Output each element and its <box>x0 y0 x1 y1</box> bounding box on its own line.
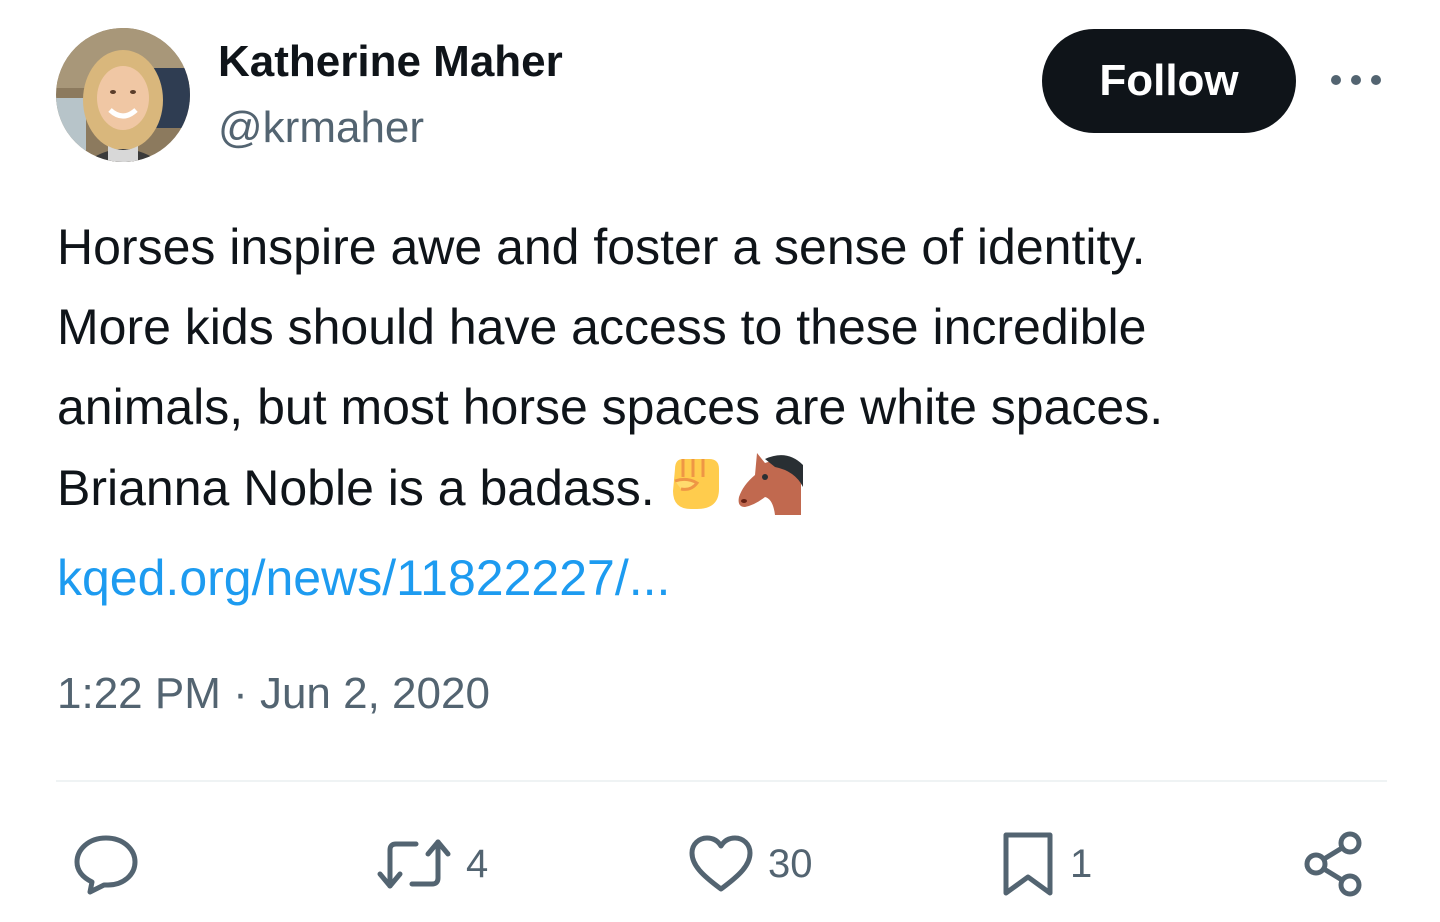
avatar[interactable] <box>56 28 190 162</box>
tweet-text-line: Horses inspire awe and foster a sense of… <box>57 219 1146 275</box>
tweet-text-line: Brianna Noble is a badass. <box>57 460 655 516</box>
more-horizontal-icon <box>1330 74 1382 86</box>
divider <box>56 780 1387 782</box>
tweet-text-line: More kids should have access to these in… <box>57 299 1147 355</box>
horse-face-emoji <box>735 447 805 538</box>
share-icon <box>1302 831 1364 897</box>
more-options-button[interactable] <box>1326 58 1386 102</box>
tweet-text-line: animals, but most horse spaces are white… <box>57 379 1164 435</box>
bookmark-count: 1 <box>1070 842 1093 886</box>
avatar-image <box>56 28 190 162</box>
article-link[interactable]: kqed.org/news/11822227/... <box>57 538 1397 618</box>
like-button[interactable]: 30 <box>688 826 813 902</box>
raised-fist-emoji <box>661 447 729 538</box>
bookmark-button[interactable]: 1 <box>1000 826 1092 902</box>
author-handle[interactable]: @krmaher <box>218 102 424 154</box>
tweet-text: Horses inspire awe and foster a sense of… <box>57 207 1397 618</box>
retweet-count: 4 <box>466 842 489 886</box>
like-count: 30 <box>768 842 813 886</box>
tweet-card: Katherine Maher @krmaher Follow Horses i… <box>0 0 1440 922</box>
author-name[interactable]: Katherine Maher <box>218 36 563 88</box>
follow-button[interactable]: Follow <box>1042 29 1296 133</box>
tweet-timestamp[interactable]: 1:22 PM · Jun 2, 2020 <box>57 666 490 722</box>
retweet-button[interactable]: 4 <box>376 826 488 902</box>
bookmark-icon <box>1000 831 1056 897</box>
tweet-text-line-with-emoji: Brianna Noble is a badass. <box>57 447 1397 538</box>
retweet-icon <box>376 836 452 892</box>
share-button[interactable] <box>1302 826 1364 902</box>
reply-icon <box>72 832 140 896</box>
heart-icon <box>688 834 754 894</box>
reply-button[interactable] <box>72 826 140 902</box>
